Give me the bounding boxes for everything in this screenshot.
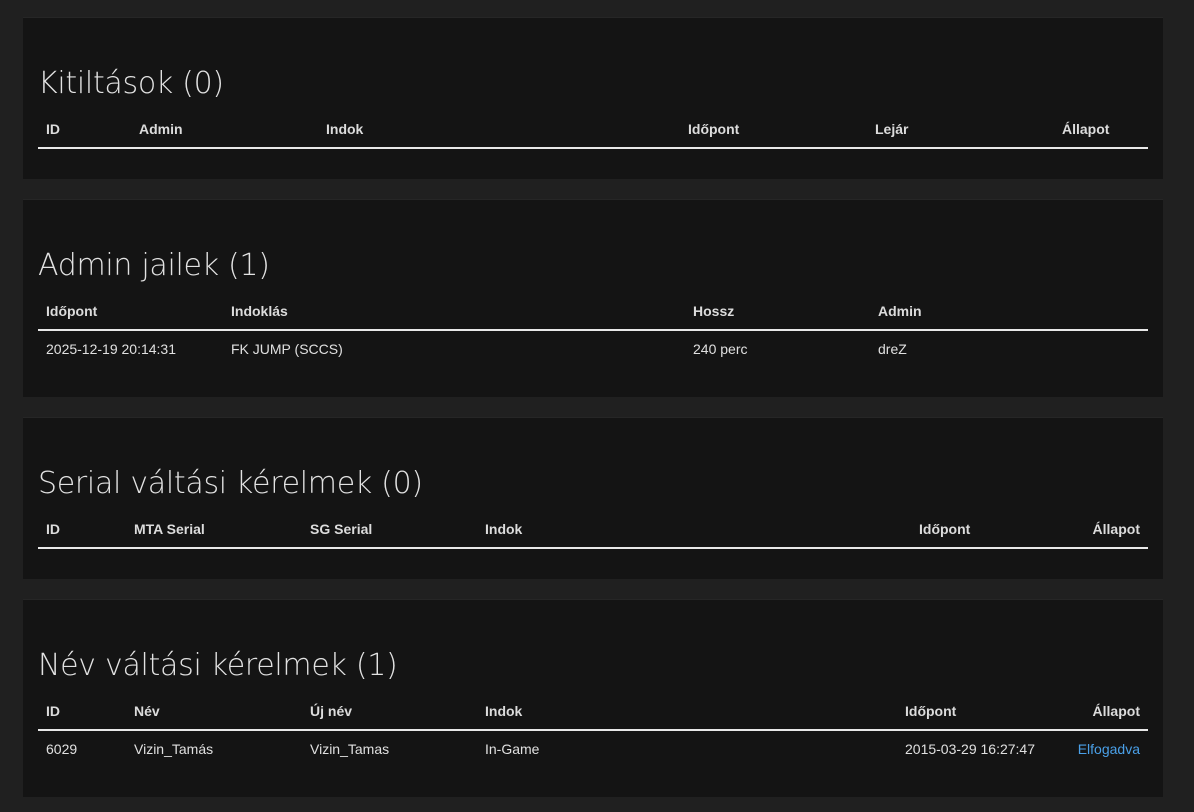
serial-table-header: ID MTA Serial SG Serial Indok Időpont Ál… [38,511,1148,549]
jails-header-time: Időpont [46,303,98,319]
bans-header-id: ID [46,121,60,137]
name-request-time: 2015-03-29 16:27:47 [905,741,1035,757]
name-header-name: Név [134,703,160,719]
name-header-time: Időpont [905,703,957,719]
bans-header-admin: Admin [139,121,183,137]
jails-header-admin: Admin [878,303,922,319]
jails-title: Admin jailek (1) [38,248,270,283]
bans-header-status: Állapot [1062,121,1110,137]
table-row: 2025-12-19 20:14:31 FK JUMP (SCCS) 240 p… [38,331,1148,367]
jails-header-reason: Indoklás [231,303,288,319]
jail-time: 2025-12-19 20:14:31 [46,341,176,357]
serial-requests-title: Serial váltási kérelmek (0) [38,466,423,501]
bans-title: Kitiltások (0) [38,66,224,101]
serial-requests-panel: Serial váltási kérelmek (0) ID MTA Seria… [23,417,1163,579]
name-header-reason: Indok [485,703,523,719]
serial-header-status: Állapot [1092,521,1140,537]
serial-header-time: Időpont [919,521,971,537]
serial-header-reason: Indok [485,521,523,537]
bans-header-expires: Lejár [875,121,909,137]
serial-header-mta: MTA Serial [134,521,205,537]
bans-header-time: Időpont [688,121,740,137]
jails-header-length: Hossz [693,303,735,319]
name-requests-title: Név váltási kérelmek (1) [38,648,398,683]
jails-panel: Admin jailek (1) Időpont Indoklás Hossz … [23,199,1163,397]
table-row: 6029 Vizin_Tamás Vizin_Tamas In-Game 201… [38,731,1148,767]
serial-header-id: ID [46,521,60,537]
status-link[interactable]: Elfogadva [1078,731,1140,767]
name-requests-panel: Név váltási kérelmek (1) ID Név Új név I… [23,599,1163,797]
bans-table-header: ID Admin Indok Időpont Lejár Állapot [38,111,1148,149]
player-name-link[interactable]: Vizin_Tamás [134,731,213,767]
jail-length: 240 perc [693,341,748,357]
name-request-reason: In-Game [485,741,540,757]
new-name: Vizin_Tamas [310,741,390,757]
serial-header-sg: SG Serial [310,521,373,537]
jail-reason: FK JUMP (SCCS) [231,341,343,357]
jails-table-header: Időpont Indoklás Hossz Admin [38,293,1148,331]
name-header-status: Állapot [1092,703,1140,719]
name-request-id: 6029 [46,741,78,757]
name-table-header: ID Név Új név Indok Időpont Állapot [38,693,1148,731]
name-header-new-name: Új név [310,703,353,719]
bans-panel: Kitiltások (0) ID Admin Indok Időpont Le… [23,17,1163,179]
bans-header-reason: Indok [326,121,364,137]
name-header-id: ID [46,703,60,719]
jail-admin: dreZ [878,341,907,357]
